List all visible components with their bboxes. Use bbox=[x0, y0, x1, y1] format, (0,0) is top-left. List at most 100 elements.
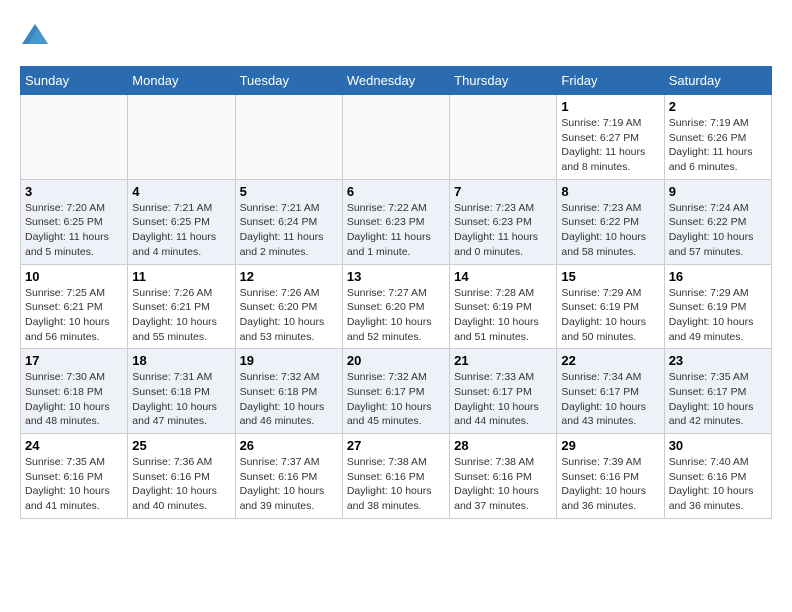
calendar-cell: 21 Sunrise: 7:33 AM Sunset: 6:17 PM Dayli… bbox=[450, 349, 557, 434]
day-number: 16 bbox=[669, 269, 767, 284]
page-header bbox=[20, 20, 772, 50]
day-number: 28 bbox=[454, 438, 552, 453]
calendar-cell: 13 Sunrise: 7:27 AM Sunset: 6:20 PM Dayli… bbox=[342, 264, 449, 349]
calendar-cell: 15 Sunrise: 7:29 AM Sunset: 6:19 PM Dayli… bbox=[557, 264, 664, 349]
day-number: 1 bbox=[561, 99, 659, 114]
calendar-cell: 16 Sunrise: 7:29 AM Sunset: 6:19 PM Dayli… bbox=[664, 264, 771, 349]
weekday-header: Monday bbox=[128, 67, 235, 95]
day-number: 10 bbox=[25, 269, 123, 284]
calendar-cell bbox=[342, 95, 449, 180]
day-info: Sunrise: 7:24 AM Sunset: 6:22 PM Dayligh… bbox=[669, 201, 767, 260]
calendar-cell: 3 Sunrise: 7:20 AM Sunset: 6:25 PM Daylig… bbox=[21, 179, 128, 264]
calendar-cell: 8 Sunrise: 7:23 AM Sunset: 6:22 PM Daylig… bbox=[557, 179, 664, 264]
day-number: 15 bbox=[561, 269, 659, 284]
day-number: 26 bbox=[240, 438, 338, 453]
calendar-cell: 24 Sunrise: 7:35 AM Sunset: 6:16 PM Dayli… bbox=[21, 434, 128, 519]
calendar-week-row: 17 Sunrise: 7:30 AM Sunset: 6:18 PM Dayli… bbox=[21, 349, 772, 434]
day-number: 5 bbox=[240, 184, 338, 199]
calendar-week-row: 3 Sunrise: 7:20 AM Sunset: 6:25 PM Daylig… bbox=[21, 179, 772, 264]
calendar-week-row: 10Sunrise: 7:25 AM Sunset: 6:21 PM Dayli… bbox=[21, 264, 772, 349]
day-info: Sunrise: 7:30 AM Sunset: 6:18 PM Dayligh… bbox=[25, 370, 123, 429]
calendar-cell: 26 Sunrise: 7:37 AM Sunset: 6:16 PM Dayli… bbox=[235, 434, 342, 519]
calendar-cell: 27 Sunrise: 7:38 AM Sunset: 6:16 PM Dayli… bbox=[342, 434, 449, 519]
day-info: Sunrise: 7:38 AM Sunset: 6:16 PM Dayligh… bbox=[347, 455, 445, 514]
calendar-cell bbox=[450, 95, 557, 180]
calendar-cell bbox=[235, 95, 342, 180]
day-info: Sunrise: 7:36 AM Sunset: 6:16 PM Dayligh… bbox=[132, 455, 230, 514]
calendar-cell: 7 Sunrise: 7:23 AM Sunset: 6:23 PM Daylig… bbox=[450, 179, 557, 264]
day-number: 22 bbox=[561, 353, 659, 368]
day-info: Sunrise: 7:26 AM Sunset: 6:20 PM Dayligh… bbox=[240, 286, 338, 345]
calendar-cell: 25 Sunrise: 7:36 AM Sunset: 6:16 PM Dayli… bbox=[128, 434, 235, 519]
day-info: Sunrise: 7:35 AM Sunset: 6:16 PM Dayligh… bbox=[25, 455, 123, 514]
calendar-cell bbox=[128, 95, 235, 180]
day-number: 8 bbox=[561, 184, 659, 199]
day-number: 14 bbox=[454, 269, 552, 284]
day-info: Sunrise: 7:19 AM Sunset: 6:26 PM Dayligh… bbox=[669, 116, 767, 175]
day-number: 19 bbox=[240, 353, 338, 368]
day-info: Sunrise: 7:38 AM Sunset: 6:16 PM Dayligh… bbox=[454, 455, 552, 514]
day-info: Sunrise: 7:20 AM Sunset: 6:25 PM Dayligh… bbox=[25, 201, 123, 260]
day-number: 12 bbox=[240, 269, 338, 284]
calendar-cell: 29 Sunrise: 7:39 AM Sunset: 6:16 PM Dayli… bbox=[557, 434, 664, 519]
day-info: Sunrise: 7:39 AM Sunset: 6:16 PM Dayligh… bbox=[561, 455, 659, 514]
day-number: 6 bbox=[347, 184, 445, 199]
day-info: Sunrise: 7:31 AM Sunset: 6:18 PM Dayligh… bbox=[132, 370, 230, 429]
day-info: Sunrise: 7:26 AM Sunset: 6:21 PM Dayligh… bbox=[132, 286, 230, 345]
day-info: Sunrise: 7:37 AM Sunset: 6:16 PM Dayligh… bbox=[240, 455, 338, 514]
day-number: 13 bbox=[347, 269, 445, 284]
day-number: 25 bbox=[132, 438, 230, 453]
day-info: Sunrise: 7:32 AM Sunset: 6:17 PM Dayligh… bbox=[347, 370, 445, 429]
calendar-cell: 5 Sunrise: 7:21 AM Sunset: 6:24 PM Daylig… bbox=[235, 179, 342, 264]
calendar-cell: 4Sunrise: 7:21 AM Sunset: 6:25 PM Daylig… bbox=[128, 179, 235, 264]
day-info: Sunrise: 7:33 AM Sunset: 6:17 PM Dayligh… bbox=[454, 370, 552, 429]
calendar-cell: 20 Sunrise: 7:32 AM Sunset: 6:17 PM Dayli… bbox=[342, 349, 449, 434]
day-info: Sunrise: 7:22 AM Sunset: 6:23 PM Dayligh… bbox=[347, 201, 445, 260]
day-number: 23 bbox=[669, 353, 767, 368]
calendar-table: SundayMondayTuesdayWednesdayThursdayFrid… bbox=[20, 66, 772, 519]
logo bbox=[20, 20, 54, 50]
day-info: Sunrise: 7:35 AM Sunset: 6:17 PM Dayligh… bbox=[669, 370, 767, 429]
day-info: Sunrise: 7:29 AM Sunset: 6:19 PM Dayligh… bbox=[669, 286, 767, 345]
day-number: 21 bbox=[454, 353, 552, 368]
day-info: Sunrise: 7:29 AM Sunset: 6:19 PM Dayligh… bbox=[561, 286, 659, 345]
calendar-cell: 30 Sunrise: 7:40 AM Sunset: 6:16 PM Dayli… bbox=[664, 434, 771, 519]
day-number: 3 bbox=[25, 184, 123, 199]
day-number: 9 bbox=[669, 184, 767, 199]
day-info: Sunrise: 7:28 AM Sunset: 6:19 PM Dayligh… bbox=[454, 286, 552, 345]
weekday-header: Sunday bbox=[21, 67, 128, 95]
day-number: 29 bbox=[561, 438, 659, 453]
calendar-cell: 18 Sunrise: 7:31 AM Sunset: 6:18 PM Dayli… bbox=[128, 349, 235, 434]
logo-icon bbox=[20, 20, 50, 50]
day-info: Sunrise: 7:27 AM Sunset: 6:20 PM Dayligh… bbox=[347, 286, 445, 345]
day-info: Sunrise: 7:34 AM Sunset: 6:17 PM Dayligh… bbox=[561, 370, 659, 429]
calendar-cell: 14 Sunrise: 7:28 AM Sunset: 6:19 PM Dayli… bbox=[450, 264, 557, 349]
calendar-week-row: 1 Sunrise: 7:19 AM Sunset: 6:27 PM Daylig… bbox=[21, 95, 772, 180]
day-number: 27 bbox=[347, 438, 445, 453]
calendar-cell: 10Sunrise: 7:25 AM Sunset: 6:21 PM Dayli… bbox=[21, 264, 128, 349]
day-number: 2 bbox=[669, 99, 767, 114]
weekday-header: Friday bbox=[557, 67, 664, 95]
day-info: Sunrise: 7:19 AM Sunset: 6:27 PM Dayligh… bbox=[561, 116, 659, 175]
calendar-cell: 28 Sunrise: 7:38 AM Sunset: 6:16 PM Dayli… bbox=[450, 434, 557, 519]
day-number: 20 bbox=[347, 353, 445, 368]
day-info: Sunrise: 7:21 AM Sunset: 6:24 PM Dayligh… bbox=[240, 201, 338, 260]
day-info: Sunrise: 7:23 AM Sunset: 6:23 PM Dayligh… bbox=[454, 201, 552, 260]
calendar-cell: 22 Sunrise: 7:34 AM Sunset: 6:17 PM Dayli… bbox=[557, 349, 664, 434]
weekday-header: Saturday bbox=[664, 67, 771, 95]
day-info: Sunrise: 7:21 AM Sunset: 6:25 PM Dayligh… bbox=[132, 201, 230, 260]
day-number: 18 bbox=[132, 353, 230, 368]
day-number: 17 bbox=[25, 353, 123, 368]
weekday-header: Thursday bbox=[450, 67, 557, 95]
calendar-cell: 19Sunrise: 7:32 AM Sunset: 6:18 PM Dayli… bbox=[235, 349, 342, 434]
day-number: 7 bbox=[454, 184, 552, 199]
calendar-cell: 11Sunrise: 7:26 AM Sunset: 6:21 PM Dayli… bbox=[128, 264, 235, 349]
day-info: Sunrise: 7:23 AM Sunset: 6:22 PM Dayligh… bbox=[561, 201, 659, 260]
day-number: 24 bbox=[25, 438, 123, 453]
day-info: Sunrise: 7:40 AM Sunset: 6:16 PM Dayligh… bbox=[669, 455, 767, 514]
calendar-cell: 2 Sunrise: 7:19 AM Sunset: 6:26 PM Daylig… bbox=[664, 95, 771, 180]
weekday-header: Tuesday bbox=[235, 67, 342, 95]
calendar-week-row: 24 Sunrise: 7:35 AM Sunset: 6:16 PM Dayli… bbox=[21, 434, 772, 519]
day-number: 30 bbox=[669, 438, 767, 453]
calendar-cell: 9 Sunrise: 7:24 AM Sunset: 6:22 PM Daylig… bbox=[664, 179, 771, 264]
